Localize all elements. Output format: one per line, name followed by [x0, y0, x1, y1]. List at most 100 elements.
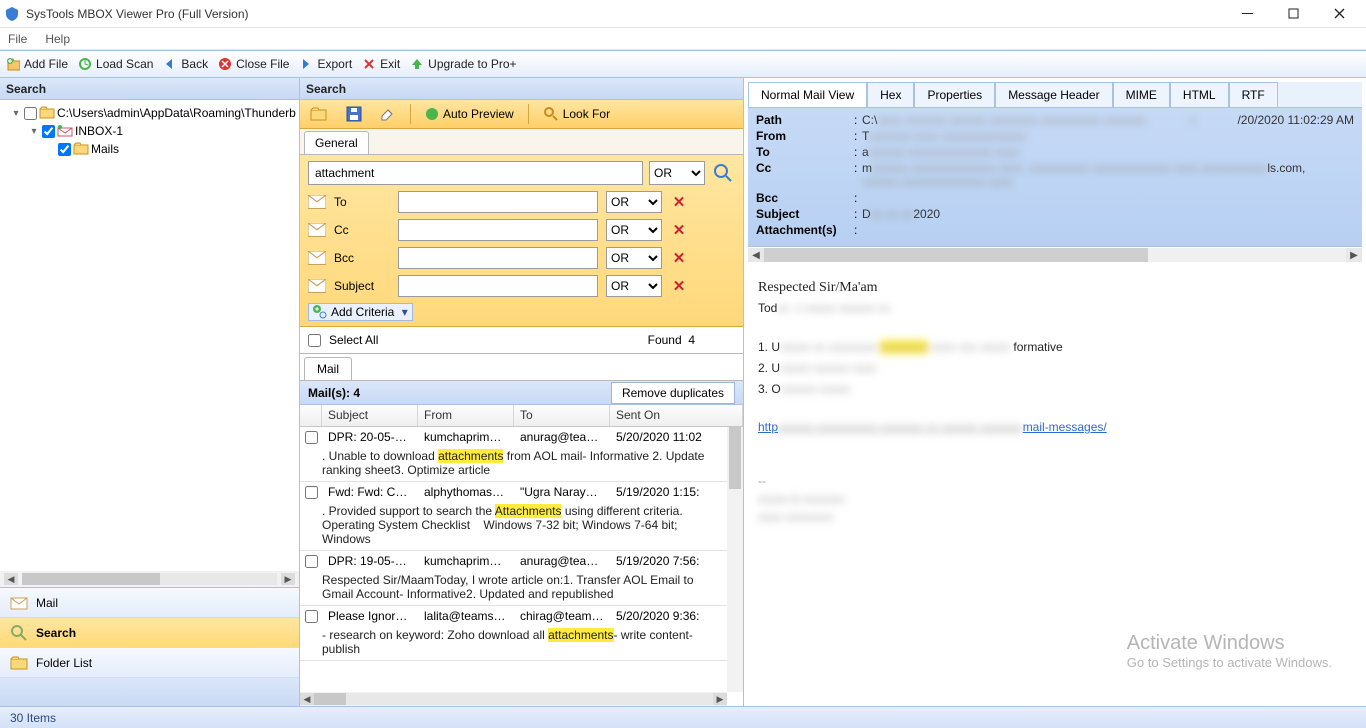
criteria-delete-icon[interactable]: ✕	[670, 221, 688, 239]
scroll-right-icon[interactable]: ▶	[713, 693, 727, 705]
col-subject[interactable]: Subject	[322, 405, 418, 426]
load-scan-button[interactable]: Load Scan	[78, 57, 153, 71]
scroll-thumb[interactable]	[22, 573, 160, 585]
preview-tab-mime[interactable]: MIME	[1113, 82, 1170, 107]
preview-tab-message-header[interactable]: Message Header	[995, 82, 1112, 107]
operator-select[interactable]: OR	[649, 161, 705, 185]
preview-tab-rtf[interactable]: RTF	[1229, 82, 1278, 107]
mail-checkbox[interactable]	[305, 610, 318, 623]
maximize-button[interactable]	[1270, 0, 1316, 28]
col-from[interactable]: From	[418, 405, 514, 426]
col-to[interactable]: To	[514, 405, 610, 426]
preview-tab-hex[interactable]: Hex	[867, 82, 914, 107]
tree-toggle-icon[interactable]: ▾	[28, 126, 40, 137]
criteria-op-subject[interactable]: OR	[606, 275, 662, 297]
search-icon	[10, 624, 28, 642]
scroll-thumb[interactable]	[314, 693, 346, 705]
save-button[interactable]	[342, 104, 366, 124]
close-file-button[interactable]: Close File	[218, 57, 289, 71]
mail-checkbox[interactable]	[305, 555, 318, 568]
tree-row-inbox[interactable]: ▾ INBOX-1	[0, 122, 299, 140]
add-file-button[interactable]: Add File	[6, 57, 68, 71]
open-folder-button[interactable]	[306, 104, 332, 124]
tree-toggle-icon[interactable]: ▾	[10, 108, 22, 119]
menu-file[interactable]: File	[8, 32, 27, 46]
mail-snippet: Respected Sir/MaamToday, I wrote article…	[300, 571, 727, 605]
tab-mail[interactable]: Mail	[304, 357, 352, 380]
tree-row-mails[interactable]: Mails	[0, 140, 299, 158]
criteria-input-cc[interactable]	[398, 219, 598, 241]
scroll-right-icon[interactable]: ▶	[1346, 248, 1362, 262]
criteria-delete-icon[interactable]: ✕	[670, 193, 688, 211]
criteria-delete-icon[interactable]: ✕	[670, 277, 688, 295]
mail-checkbox[interactable]	[305, 486, 318, 499]
export-button[interactable]: Export	[299, 57, 352, 71]
select-all-checkbox[interactable]	[308, 334, 321, 347]
criteria-op-bcc[interactable]: OR	[606, 247, 662, 269]
mail-link[interactable]: httpxxxxxx xxxxxxxxxx xxxxxxx xx xxxxxx …	[758, 420, 1107, 434]
clear-button[interactable]	[376, 104, 400, 124]
preview-tab-normal-mail-view[interactable]: Normal Mail View	[748, 82, 867, 107]
mail-to: chirag@teamsyst...	[514, 606, 610, 626]
close-button[interactable]	[1316, 0, 1362, 28]
scroll-right-icon[interactable]: ▶	[281, 573, 295, 585]
col-sent[interactable]: Sent On	[610, 405, 743, 426]
preview-tab-html[interactable]: HTML	[1170, 82, 1229, 107]
horizontal-scrollbar[interactable]: ◀ ▶	[300, 692, 727, 706]
scroll-left-icon[interactable]: ◀	[4, 573, 18, 585]
title-bar: SysTools MBOX Viewer Pro (Full Version)	[0, 0, 1366, 28]
auto-preview-button[interactable]: Auto Preview	[421, 105, 518, 123]
left-horizontal-scrollbar[interactable]: ◀ ▶	[0, 571, 299, 587]
main-area: Search ▾ C:\Users\admin\AppData\Roaming\…	[0, 78, 1366, 706]
folder-tree[interactable]: ▾ C:\Users\admin\AppData\Roaming\Thunder…	[0, 100, 299, 571]
criteria-op-cc[interactable]: OR	[606, 219, 662, 241]
search-input[interactable]	[308, 161, 643, 185]
tree-checkbox[interactable]	[24, 107, 37, 120]
nav-search[interactable]: Search	[0, 618, 299, 648]
criteria-op-to[interactable]: OR	[606, 191, 662, 213]
tree-row-root[interactable]: ▾ C:\Users\admin\AppData\Roaming\Thunder…	[0, 104, 299, 122]
remove-duplicates-button[interactable]: Remove duplicates	[611, 382, 735, 404]
preview-tab-properties[interactable]: Properties	[914, 82, 995, 107]
nav-mail[interactable]: Mail	[0, 588, 299, 618]
mail-checkbox[interactable]	[305, 431, 318, 444]
scroll-thumb[interactable]	[729, 427, 741, 489]
meta-horizontal-scrollbar[interactable]: ◀ ▶	[748, 247, 1362, 263]
menu-help[interactable]: Help	[45, 32, 70, 46]
tree-label: Mails	[91, 142, 119, 156]
nav-folder-list[interactable]: Folder List	[0, 648, 299, 678]
look-for-button[interactable]: Look For	[539, 104, 614, 124]
tree-checkbox[interactable]	[42, 125, 55, 138]
select-all-row: Select All Found 4	[300, 327, 743, 354]
criteria-input-bcc[interactable]	[398, 247, 598, 269]
export-icon	[299, 57, 313, 71]
criteria-input-to[interactable]	[398, 191, 598, 213]
mail-entry[interactable]: Fwd: Fwd: Congr... alphythomas@te... "Ug…	[300, 482, 727, 551]
scroll-left-icon[interactable]: ◀	[748, 248, 764, 262]
criteria-delete-icon[interactable]: ✕	[670, 249, 688, 267]
criteria-input-subject[interactable]	[398, 275, 598, 297]
criteria-panel: OR To OR ✕ Cc OR ✕ Bcc OR ✕ Subject OR ✕…	[300, 155, 743, 327]
add-criteria-button[interactable]: Add Criteria ▾	[308, 303, 413, 321]
vertical-scrollbar[interactable]	[727, 427, 743, 692]
mail-columns-header: Subject From To Sent On	[300, 405, 743, 427]
tab-general[interactable]: General	[304, 131, 369, 154]
inbox-icon	[57, 124, 73, 138]
mail-entry[interactable]: DPR: 19-05-2020 kumchapriman@... anurag@…	[300, 551, 727, 606]
exit-button[interactable]: Exit	[362, 57, 400, 71]
meta-subject-value: Dxx xx xx2020	[862, 207, 1354, 221]
tree-checkbox[interactable]	[58, 143, 71, 156]
mail-entry[interactable]: Please Ignore Pr... lalita@teamsysto... …	[300, 606, 727, 661]
upgrade-button[interactable]: Upgrade to Pro+	[410, 57, 516, 71]
upgrade-icon	[410, 57, 424, 71]
minimize-button[interactable]	[1224, 0, 1270, 28]
scroll-thumb[interactable]	[764, 248, 1148, 262]
back-button[interactable]: Back	[163, 57, 208, 71]
mail-to: anurag@teamsysto...	[514, 551, 610, 571]
scroll-left-icon[interactable]: ◀	[300, 693, 314, 705]
scroll-track[interactable]	[22, 573, 277, 585]
run-search-button[interactable]	[711, 161, 735, 185]
mail-subject: Fwd: Fwd: Congr...	[322, 482, 418, 502]
mail-entry[interactable]: DPR: 20-05-2020 kumchapriman@... anurag@…	[300, 427, 727, 482]
mail-list[interactable]: DPR: 20-05-2020 kumchapriman@... anurag@…	[300, 427, 743, 706]
